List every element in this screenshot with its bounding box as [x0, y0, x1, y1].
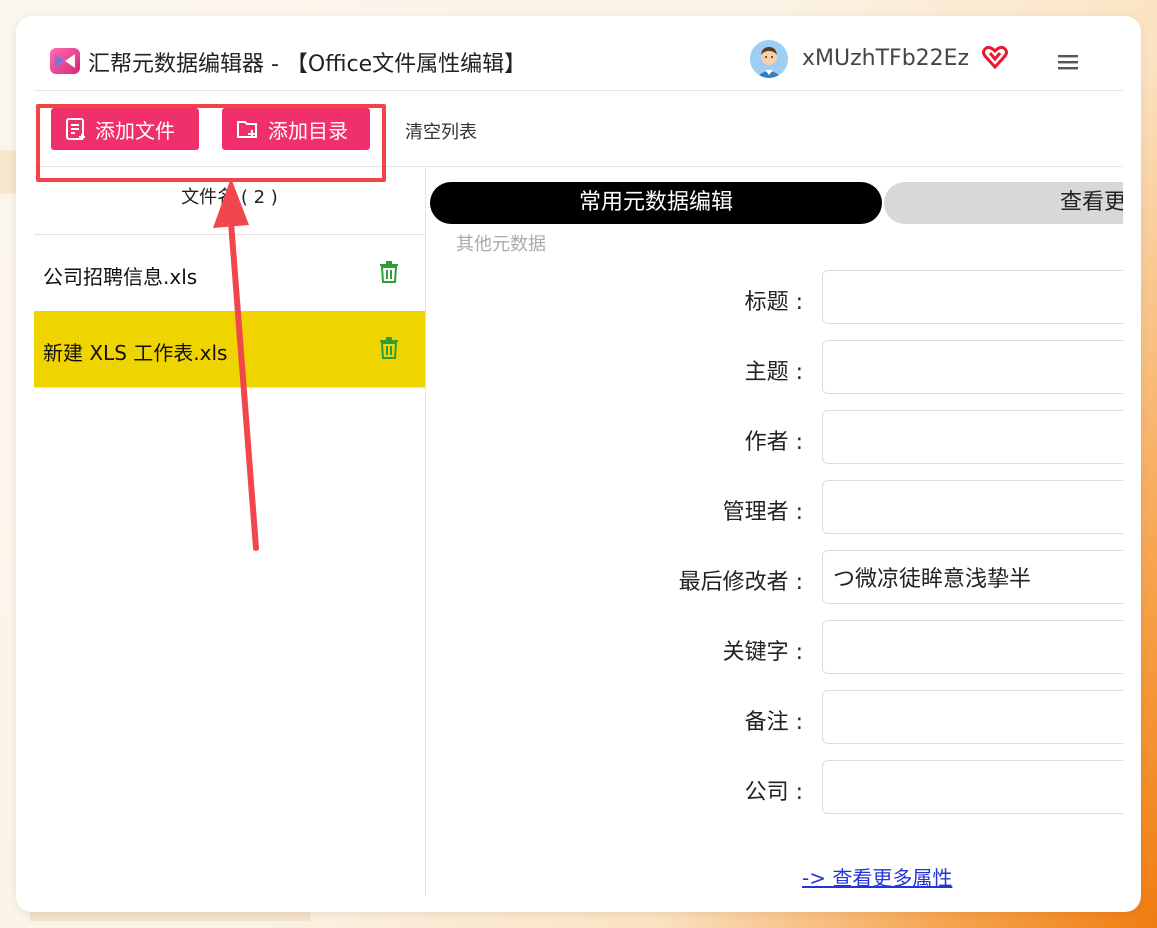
trash-icon[interactable] [379, 337, 399, 363]
field-label: 作者 : [744, 430, 803, 455]
company-field[interactable] [822, 760, 1123, 814]
last-modified-by-field[interactable] [822, 550, 1123, 604]
form-row-author: 作者 : [426, 410, 1123, 466]
title-field[interactable] [822, 270, 1123, 324]
subject-field[interactable] [822, 340, 1123, 394]
file-list-item-selected[interactable]: 新建 XLS 工作表.xls [34, 311, 425, 388]
field-label: 关键字 : [722, 640, 803, 665]
view-more-properties-link[interactable]: -> 查看更多属性 [802, 862, 952, 891]
form-row-subject: 主题 : [426, 340, 1123, 396]
field-label: 备注 : [744, 710, 803, 735]
file-name: 新建 XLS 工作表.xls [43, 341, 228, 365]
user-avatar[interactable] [750, 40, 788, 78]
hamburger-menu-icon[interactable] [1058, 54, 1078, 70]
clear-list-button[interactable]: 清空列表 [405, 118, 477, 144]
manager-field[interactable] [822, 480, 1123, 534]
app-window: 汇帮元数据编辑器 - 【Office文件属性编辑】 xMUzhTFb22Ez 添… [16, 16, 1141, 912]
field-label: 主题 : [744, 360, 803, 385]
app-content: 汇帮元数据编辑器 - 【Office文件属性编辑】 xMUzhTFb22Ez 添… [34, 16, 1123, 896]
author-field[interactable] [822, 410, 1123, 464]
tab-other-metadata[interactable]: 其他元数据 [456, 230, 546, 256]
form-row-keywords: 关键字 : [426, 620, 1123, 676]
file-list-header: 文件名 ( 2 ) [34, 166, 425, 235]
title-bar: 汇帮元数据编辑器 - 【Office文件属性编辑】 xMUzhTFb22Ez [34, 16, 1123, 91]
tab-common-metadata[interactable]: 常用元数据编辑 [430, 182, 882, 224]
field-label: 公司 : [744, 780, 803, 805]
field-label: 标题 : [744, 290, 803, 315]
file-list-panel: 文件名 ( 2 ) 公司招聘信息.xls 新建 XLS 工作表.xls [34, 166, 426, 896]
trash-icon[interactable] [379, 261, 399, 287]
form-row-company: 公司 : [426, 760, 1123, 816]
keywords-field[interactable] [822, 620, 1123, 674]
form-row-manager: 管理者 : [426, 480, 1123, 536]
field-label: 管理者 : [722, 500, 803, 525]
file-list-item[interactable]: 公司招聘信息.xls [34, 235, 425, 312]
form-row-last-modified-by: 最后修改者 : [426, 550, 1123, 606]
field-label: 最后修改者 : [678, 570, 803, 595]
app-logo-icon [50, 48, 80, 74]
username: xMUzhTFb22Ez [802, 46, 970, 71]
metadata-panel: 常用元数据编辑 查看更多 其他元数据 标题 : 主题 : 作者 : 管理者 : … [426, 166, 1123, 896]
comments-field[interactable] [822, 690, 1123, 744]
file-name: 公司招聘信息.xls [43, 265, 198, 289]
app-title: 汇帮元数据编辑器 - 【Office文件属性编辑】 [88, 52, 527, 77]
vip-heart-icon[interactable] [982, 44, 1008, 74]
tab-more-metadata[interactable]: 查看更多 [884, 182, 1123, 224]
form-row-comments: 备注 : [426, 690, 1123, 746]
form-row-title: 标题 : [426, 270, 1123, 326]
